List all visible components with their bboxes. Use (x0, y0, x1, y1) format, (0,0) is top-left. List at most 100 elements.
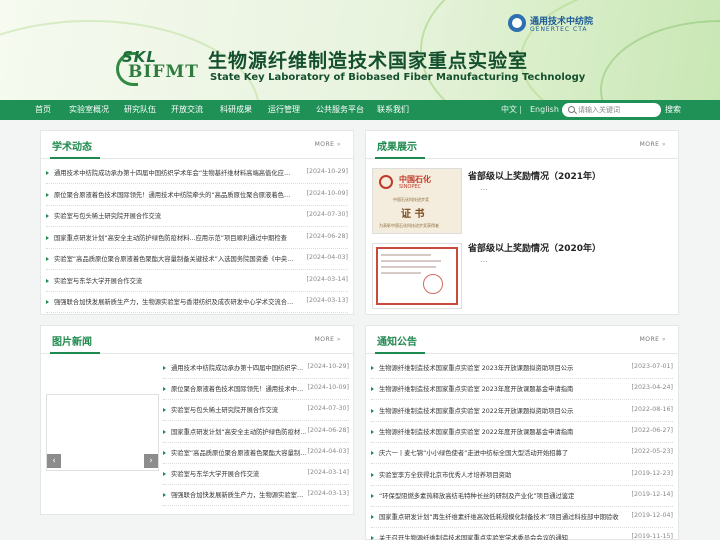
news-title[interactable]: 生物源纤维制造技术国家重点实验室 2022年开放课题拟资助项目公示 (379, 406, 627, 415)
nav-item-home[interactable]: 首页 (35, 100, 51, 120)
news-row[interactable]: 实验室与东华大学开展合作交流 [2024-03-14] (163, 464, 349, 485)
bullet-icon (371, 387, 374, 392)
news-title[interactable]: 生物源纤维制造技术国家重点实验室 2023年开放课题拟资助项目公示 (379, 363, 627, 372)
news-row[interactable]: 强强联合加快发展新质生产力，生物源实验室与香港纺织及成衣研发中心学术交流合在..… (46, 292, 348, 313)
partner-name-en: GENERTEC CTA (530, 26, 588, 33)
news-title[interactable]: 强强联合加快发展新质生产力，生物源实验室与... (171, 490, 307, 499)
news-row[interactable]: 通用技术中纺院成功承办第十四届中国纺织学术... [2024-10-29] (163, 358, 349, 379)
news-row[interactable]: 原位聚合原液着色技术国际领先！通用技术中纺院牵头的“高品质原位聚合原液着色聚..… (46, 185, 348, 206)
news-date: [2024-06-28] (306, 232, 348, 240)
news-date: [2019-12-14] (631, 490, 673, 498)
achievements-more-link[interactable]: MORE (640, 141, 666, 148)
news-row[interactable]: 生物源纤维制造技术国家重点实验室 2023年度开放课题基金申请指南 [2023-0… (371, 379, 673, 401)
news-date: [2019-12-23] (631, 469, 673, 477)
lang-cn-link[interactable]: 中文 (501, 100, 517, 120)
news-title[interactable]: 实验室与包头稀土研究院开展合作交流 (54, 211, 294, 220)
achievements-panel: 成果展示 MORE 中国石化 SINOPEC 中国石化科技进步奖 证 书 为表彰… (365, 130, 679, 315)
news-row[interactable]: 生物源纤维制造技术国家重点实验室 2022年度开放课题基金申请指南 [2022-0… (371, 422, 673, 443)
partner-logo[interactable]: 通用技术中纺院 GENERTEC CTA (508, 12, 593, 38)
news-title[interactable]: “环保型阻燃多素热释放高纺毛特种长丝的研制及产业化”项目通过鉴定 (379, 491, 627, 500)
achievement-title-2021[interactable]: 省部级以上奖励情况（2021年） (468, 169, 601, 182)
news-title[interactable]: 原位聚合原液着色技术国际领先！通用技术中纺... (171, 384, 307, 393)
news-date: [2022-06-27] (631, 426, 673, 434)
panel-title: 学术动态 (52, 142, 92, 153)
news-row[interactable]: 原位聚合原液着色技术国际领先！通用技术中纺... [2024-10-09] (163, 379, 349, 401)
news-row[interactable]: 关于召开生物源纤维制造技术国家重点实验室学术委员会会议的通知 [2019-11-1… (371, 528, 673, 540)
news-date: [2024-07-30] (306, 211, 348, 218)
nav-item-management[interactable]: 运行管理 (268, 100, 300, 120)
search-box (562, 103, 661, 117)
panel-title: 图片新闻 (52, 337, 92, 348)
bullet-icon (371, 472, 374, 477)
news-title[interactable]: 实验室与东华大学开展合作交流 (171, 469, 307, 478)
search-button[interactable]: 搜索 (665, 100, 681, 120)
cert-brand-en: SINOPEC (399, 184, 421, 190)
news-row[interactable]: 国家重点研发计划“高安全主动防护绿色防疫材料...应用示范”项目顺利通过中期检查… (46, 228, 348, 249)
news-title[interactable]: 生物源纤维制造技术国家重点实验室 2023年度开放课题基金申请指南 (379, 384, 627, 393)
bullet-icon (46, 278, 49, 283)
news-row[interactable]: 实验室“高品质原位聚合原液着色聚酯大容量制备关键技术”入选国务院国资委《中央..… (46, 249, 348, 270)
news-title[interactable]: 实验室与东华大学开展合作交流 (54, 276, 294, 285)
photo-news-more-link[interactable]: MORE (315, 336, 341, 343)
academic-more-link[interactable]: MORE (315, 141, 341, 148)
nav-item-overview[interactable]: 实验室概况 (69, 100, 109, 120)
news-row[interactable]: 庆六一丨麦七锦“小小绿色使者”走进中纺标全国大型活动开始招募了 [2022-05-… (371, 443, 673, 465)
news-title[interactable]: 国家重点研发计划“再生纤维素纤维高效低耗规模化制备技术”项目通过科技部中期验收 (379, 512, 627, 521)
news-title[interactable]: 实验室与包头稀土研究院开展合作交流 (171, 405, 307, 414)
news-row[interactable]: 实验室“高品质原位聚合原液着色聚酯大容量制... [2024-04-03] (163, 443, 349, 464)
news-row[interactable]: 实验室与包头稀土研究院开展合作交流 [2024-07-30] (163, 400, 349, 422)
notices-more-link[interactable]: MORE (640, 336, 666, 343)
news-title[interactable]: 生物源纤维制造技术国家重点实验室 2022年度开放课题基金申请指南 (379, 427, 627, 436)
nav-item-results[interactable]: 科研成果 (220, 100, 252, 120)
panel-header: 成果展示 MORE (366, 131, 678, 159)
news-date: [2019-11-15] (631, 533, 673, 540)
news-date: [2019-12-04] (631, 512, 673, 520)
bullet-icon (371, 536, 374, 540)
news-row[interactable]: 实验室与包头稀土研究院开展合作交流 [2024-07-30] (46, 206, 348, 227)
news-row[interactable]: 生物源纤维制造技术国家重点实验室 2023年开放课题拟资助项目公示 [2023-0… (371, 358, 673, 379)
nav-item-exchange[interactable]: 开放交流 (171, 100, 203, 120)
news-title[interactable]: 国家重点研发计划“高安全主动防护绿色防疫材料...应用示范”项目顺利通过中期检查 (54, 233, 294, 242)
photo-slide-image[interactable] (46, 394, 159, 471)
bullet-icon (371, 429, 374, 434)
news-title[interactable]: 实验室李方全获得北京市优秀人才培养项目资助 (379, 470, 627, 479)
news-title[interactable]: 原位聚合原液着色技术国际领先！通用技术中纺院牵头的“高品质原位聚合原液着色聚..… (54, 190, 294, 199)
news-title[interactable]: 通用技术中纺院成功承办第十四届中国纺织学术年会“生物基纤维材料高端高值化应用..… (54, 168, 294, 177)
search-input[interactable] (578, 104, 658, 116)
certificate-image-2021[interactable]: 中国石化 SINOPEC 中国石化科技进步奖 证 书 为表彰中国石化科技进步奖获… (372, 168, 462, 234)
news-title[interactable]: 庆六一丨麦七锦“小小绿色使者”走进中纺标全国大型活动开始招募了 (379, 448, 627, 457)
bullet-icon (163, 450, 166, 455)
news-title[interactable]: 国家重点研发计划“高安全主动防护绿色防疫材... (171, 427, 307, 436)
nav-item-contact[interactable]: 联系我们 (377, 100, 409, 120)
news-row[interactable]: 国家重点研发计划“高安全主动防护绿色防疫材... [2024-06-28] (163, 422, 349, 443)
news-row[interactable]: 通用技术中纺院成功承办第十四届中国纺织学术年会“生物基纤维材料高端高值化应用..… (46, 163, 348, 184)
news-date: [2022-08-16] (631, 405, 673, 413)
certificate-image-2020[interactable] (372, 243, 462, 309)
main-nav: 首页 实验室概况 研究队伍 开放交流 科研成果 运行管理 公共服务平台 联系我们… (0, 100, 720, 120)
news-row[interactable]: 国家重点研发计划“再生纤维素纤维高效低耗规模化制备技术”项目通过科技部中期验收 [… (371, 507, 673, 529)
achievement-title-2020[interactable]: 省部级以上奖励情况（2020年） (468, 241, 601, 254)
news-row[interactable]: “环保型阻燃多素热释放高纺毛特种长丝的研制及产业化”项目通过鉴定 [2019-12… (371, 486, 673, 507)
header-banner: SKL BIFMT 生物源纤维制造技术国家重点实验室 State Key Lab… (0, 0, 720, 100)
news-title[interactable]: 实验室“高品质原位聚合原液着色聚酯大容量制... (171, 448, 307, 457)
slide-prev-arrow-icon[interactable]: ‹ (47, 454, 61, 468)
panel-header: 通知公告 MORE (366, 326, 678, 354)
news-date: [2024-10-29] (306, 168, 348, 175)
bullet-icon (371, 366, 374, 370)
news-title[interactable]: 通用技术中纺院成功承办第十四届中国纺织学术... (171, 363, 307, 372)
nav-item-public-platform[interactable]: 公共服务平台 (316, 100, 364, 120)
news-title[interactable]: 实验室“高品质原位聚合原液着色聚酯大容量制备关键技术”入选国务院国资委《中央..… (54, 254, 294, 263)
news-row[interactable]: 生物源纤维制造技术国家重点实验室 2022年开放课题拟资助项目公示 [2022-0… (371, 401, 673, 422)
news-date: [2024-04-03] (306, 254, 348, 261)
news-title[interactable]: 强强联合加快发展新质生产力，生物源实验室与香港纺织及成衣研发中心学术交流合在..… (54, 297, 294, 306)
news-title[interactable]: 关于召开生物源纤维制造技术国家重点实验室学术委员会会议的通知 (379, 533, 627, 540)
slide-next-arrow-icon[interactable]: › (144, 454, 158, 468)
news-row[interactable]: 强强联合加快发展新质生产力，生物源实验室与... [2024-03-13] (163, 485, 349, 507)
lang-en-link[interactable]: English (530, 100, 559, 120)
cert-word: 证 书 (401, 209, 425, 220)
nav-item-team[interactable]: 研究队伍 (124, 100, 156, 120)
bullet-icon (371, 408, 374, 413)
news-date: [2024-10-09] (306, 189, 348, 197)
news-row[interactable]: 实验室李方全获得北京市优秀人才培养项目资助 [2019-12-23] (371, 465, 673, 486)
news-row[interactable]: 实验室与东华大学开展合作交流 [2024-03-14] (46, 271, 348, 292)
